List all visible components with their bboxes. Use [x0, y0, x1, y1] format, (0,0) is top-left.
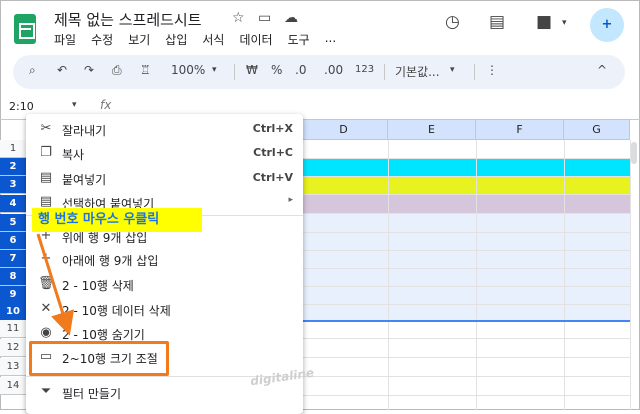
- paste-special-icon: ▤: [39, 194, 53, 209]
- row-header-2[interactable]: 2: [0, 158, 26, 176]
- menu-item-label: 아래에 행 9개 삽입: [62, 254, 159, 268]
- row-header-7[interactable]: 7: [0, 250, 26, 268]
- column-header-d[interactable]: D: [300, 120, 388, 140]
- annotation-highlight-box: [29, 341, 169, 376]
- grid-line-vertical: [476, 140, 477, 410]
- column-header-g[interactable]: G: [564, 120, 630, 140]
- menu-item-delete-rows[interactable]: 🗑 2 - 10행 삭제: [26, 274, 303, 294]
- paint-format-icon[interactable]: ♖: [140, 63, 151, 77]
- increase-decimal-button[interactable]: .00: [324, 63, 343, 77]
- comment-icon[interactable]: ▤: [489, 12, 505, 32]
- menu-item-cut[interactable]: ✂ 잘라내기 Ctrl+X: [26, 119, 303, 139]
- grid-line-vertical: [564, 140, 565, 410]
- share-person-add-button[interactable]: +: [590, 8, 624, 42]
- menu-view[interactable]: 보기: [128, 31, 150, 48]
- submenu-arrow-icon: ▸: [288, 195, 293, 205]
- row-header-12[interactable]: 12: [0, 339, 26, 357]
- toolbar-divider: [474, 64, 475, 80]
- column-header-e[interactable]: E: [388, 120, 476, 140]
- trash-icon: 🗑: [38, 276, 55, 291]
- person-add-icon: +: [601, 17, 613, 32]
- menu-more[interactable]: ...: [325, 31, 336, 48]
- toolbar-divider: [234, 64, 235, 80]
- filter-icon: ⏷: [40, 384, 52, 399]
- menu-tools[interactable]: 도구: [288, 31, 310, 48]
- history-icon[interactable]: ◷: [445, 12, 460, 32]
- zoom-caret-icon[interactable]: ▾: [212, 65, 217, 75]
- more-toolbar-icon[interactable]: ⋮: [486, 63, 498, 77]
- row-header-11[interactable]: 11: [0, 320, 26, 338]
- menu-item-label: 잘라내기: [62, 124, 107, 138]
- row-header-5[interactable]: 5: [0, 214, 26, 232]
- menu-item-shortcut: Ctrl+V: [252, 171, 293, 184]
- row-2-fill: [300, 158, 630, 176]
- document-title[interactable]: 제목 없는 스프레드시트: [54, 9, 202, 30]
- menu-item-copy[interactable]: ❐ 복사 Ctrl+C: [26, 143, 303, 163]
- menu-data[interactable]: 데이터: [239, 31, 272, 48]
- menu-item-label: 2 - 10행 삭제: [62, 279, 134, 293]
- zoom-select[interactable]: 100%: [171, 63, 205, 77]
- star-icon[interactable]: ☆: [232, 10, 245, 26]
- undo-icon[interactable]: ↶: [57, 63, 67, 77]
- currency-format-button[interactable]: ₩: [246, 63, 258, 77]
- row-header-10[interactable]: 10: [0, 303, 26, 321]
- paste-icon: ▤: [39, 170, 53, 185]
- row-3-fill: [300, 176, 630, 194]
- grid-line-vertical: [388, 140, 389, 410]
- copy-icon: ❐: [40, 145, 52, 160]
- menu-item-label: 붙여넣기: [62, 173, 107, 187]
- column-header-f[interactable]: F: [476, 120, 564, 140]
- toolbar: ⌕ ↶ ↷ ⎙ ♖ 100% ▾ ₩ % .0 .00 123 기본값... ▾…: [13, 55, 625, 89]
- meet-video-icon[interactable]: ■: [536, 12, 552, 32]
- cloud-status-icon[interactable]: ☁: [284, 10, 298, 26]
- meet-caret-icon[interactable]: ▾: [562, 18, 567, 28]
- redo-icon[interactable]: ↷: [84, 63, 94, 77]
- name-box-caret-icon[interactable]: ▾: [72, 100, 77, 110]
- print-icon[interactable]: ⎙: [112, 63, 122, 78]
- toolbar-divider: [384, 64, 385, 80]
- menu-edit[interactable]: 수정: [91, 31, 113, 48]
- sheets-logo-icon[interactable]: [14, 14, 36, 44]
- menu-bar: 파일 수정 보기 삽입 서식 데이터 도구 ...: [54, 31, 336, 48]
- menu-item-shortcut: Ctrl+C: [253, 146, 293, 159]
- collapse-toolbar-icon[interactable]: ^: [597, 63, 607, 77]
- row-header-3[interactable]: 3: [0, 176, 26, 194]
- grid-line-vertical: [630, 140, 631, 410]
- font-select[interactable]: 기본값...: [395, 63, 440, 80]
- annotation-callout: 행 번호 마우스 우클릭: [32, 208, 202, 232]
- percent-format-button[interactable]: %: [271, 63, 282, 77]
- name-box[interactable]: 2:10: [9, 100, 34, 113]
- menu-item-label: 복사: [62, 148, 85, 162]
- row-header-1[interactable]: 1: [0, 140, 26, 158]
- decrease-decimal-button[interactable]: .0: [295, 63, 306, 77]
- cut-icon: ✂: [40, 121, 52, 136]
- menu-item-label: 필터 만들기: [62, 387, 122, 401]
- move-folder-icon[interactable]: ▭: [258, 10, 271, 26]
- row-header-6[interactable]: 6: [0, 232, 26, 250]
- search-menus-icon[interactable]: ⌕: [29, 63, 36, 78]
- eye-hidden-icon: ◉: [40, 325, 52, 340]
- plus-icon: +: [40, 251, 52, 266]
- row-header-14[interactable]: 14: [0, 377, 26, 395]
- menu-format[interactable]: 서식: [202, 31, 224, 48]
- vertical-scrollbar-thumb[interactable]: [631, 142, 637, 164]
- close-icon: ✕: [40, 301, 52, 316]
- row-4-fill: [300, 195, 630, 213]
- menu-item-label: 2 - 10행 데이터 삭제: [62, 304, 171, 318]
- row-header-4[interactable]: 4: [0, 195, 26, 213]
- row-header-13[interactable]: 13: [0, 358, 26, 376]
- menu-insert[interactable]: 삽입: [165, 31, 187, 48]
- menu-item-clear-rows[interactable]: ✕ 2 - 10행 데이터 삭제: [26, 299, 303, 319]
- row-header-8[interactable]: 8: [0, 268, 26, 286]
- more-formats-button[interactable]: 123: [355, 64, 374, 75]
- menu-item-insert-below[interactable]: + 아래에 행 9개 삽입: [26, 249, 303, 269]
- menu-item-shortcut: Ctrl+X: [252, 122, 293, 135]
- row-header-9[interactable]: 9: [0, 286, 26, 304]
- menu-item-hide-rows[interactable]: ◉ 2 - 10행 숨기기: [26, 323, 303, 343]
- font-caret-icon[interactable]: ▾: [450, 65, 455, 75]
- menu-file[interactable]: 파일: [54, 31, 76, 48]
- menu-item-paste[interactable]: ▤ 붙여넣기 Ctrl+V: [26, 168, 303, 188]
- fx-icon: fx: [100, 98, 112, 112]
